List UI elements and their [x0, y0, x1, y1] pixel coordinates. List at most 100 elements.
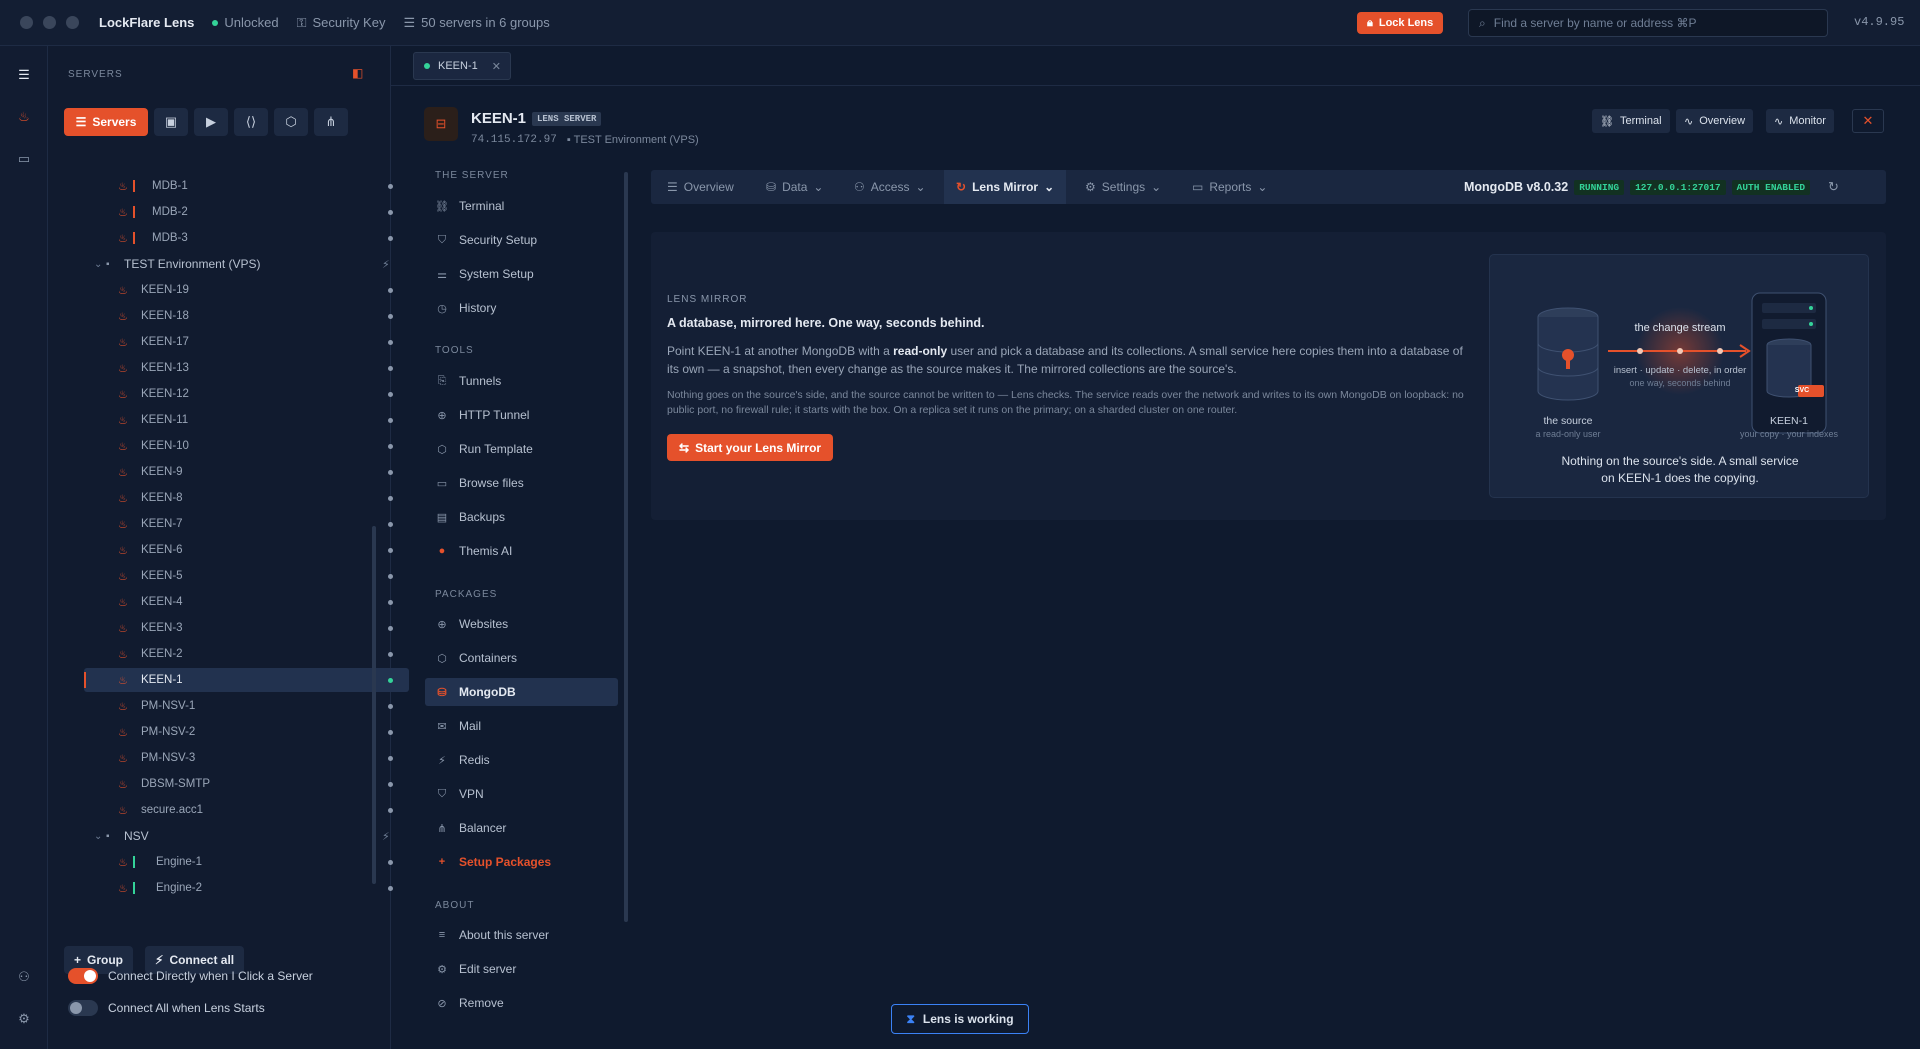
lock-lens-button[interactable]: 🔒︎ Lock Lens — [1357, 12, 1444, 34]
nav-item-edit-server[interactable]: ⚙ Edit server — [425, 955, 618, 983]
server-row[interactable]: ♨ KEEN-6 — [84, 538, 409, 562]
flame-icon: ♨ — [118, 440, 128, 453]
play-filter-button[interactable]: ▶ — [194, 108, 228, 136]
package-filter-button[interactable]: ⬡ — [274, 108, 308, 136]
server-row[interactable]: ♨ secure.acc1 — [84, 798, 409, 822]
collapse-sidebar-icon[interactable]: ◧ — [352, 66, 363, 80]
server-row[interactable]: ♨ KEEN-1 — [84, 668, 409, 692]
server-row[interactable]: ♨ KEEN-9 — [84, 460, 409, 484]
nav-item-mail[interactable]: ✉ Mail — [425, 712, 618, 740]
maximize-window-button[interactable] — [66, 16, 79, 29]
nav-item-redis[interactable]: ⚡︎ Redis — [425, 746, 618, 774]
terminal-button[interactable]: ⛓ Terminal — [1592, 109, 1670, 133]
settings-gear-icon[interactable]: ⚙ — [13, 1008, 35, 1030]
nav-section-about: ABOUT — [435, 900, 475, 911]
server-row[interactable]: ♨ Engine-2 — [84, 876, 409, 900]
tab-overview[interactable]: ☰ Overview — [667, 170, 734, 204]
nav-item-label: Containers — [459, 651, 518, 665]
connect-directly-toggle[interactable] — [68, 968, 98, 984]
close-server-button[interactable]: ✕ — [1852, 109, 1884, 133]
close-tab-icon[interactable]: ✕ — [492, 60, 501, 73]
terminal-filter-button[interactable]: ▣ — [154, 108, 188, 136]
nav-item-system-setup[interactable]: ⚌ System Setup — [425, 260, 618, 288]
code-icon: ⟨⟩ — [245, 114, 257, 129]
tab-keen-1[interactable]: KEEN-1 ✕ — [413, 52, 511, 80]
users-rail-icon[interactable]: ⚇ — [13, 966, 35, 988]
tab-settings[interactable]: ⚙ Settings ⌄ — [1085, 170, 1161, 204]
nav-item-mongodb[interactable]: ⛁ MongoDB — [425, 678, 618, 706]
nav-item-remove[interactable]: ⊘ Remove — [425, 989, 618, 1017]
nav-item-tunnels[interactable]: ⎘ Tunnels — [425, 367, 618, 395]
server-label: PM-NSV-2 — [141, 726, 196, 738]
server-row[interactable]: ♨ PM-NSV-3 — [84, 746, 409, 770]
nav-item-containers[interactable]: ⬡ Containers — [425, 644, 618, 672]
connection-status-dot — [388, 677, 393, 683]
server-row[interactable]: ♨ KEEN-10 — [84, 434, 409, 458]
server-row[interactable]: ♨ KEEN-12 — [84, 382, 409, 406]
server-row[interactable]: ♨ KEEN-7 — [84, 512, 409, 536]
code-filter-button[interactable]: ⟨⟩ — [234, 108, 268, 136]
nav-item-websites[interactable]: ⊕ Websites — [425, 610, 618, 638]
overview-button[interactable]: ∿ Overview — [1676, 109, 1754, 133]
folder-icon: ▭ — [436, 477, 448, 490]
server-row[interactable]: ♨ MDB-1 — [84, 174, 409, 198]
server-row[interactable]: ♨ PM-NSV-1 — [84, 694, 409, 718]
security-key[interactable]: ⚿ Security Key — [297, 15, 386, 31]
server-row[interactable]: ♨ KEEN-3 — [84, 616, 409, 640]
tab-lens-mirror[interactable]: ↻ Lens Mirror ⌄ — [944, 170, 1067, 204]
nav-item-history[interactable]: ◷ History — [425, 294, 618, 322]
server-row[interactable]: ♨ KEEN-5 — [84, 564, 409, 588]
tab-reports[interactable]: ▭ Reports ⌄ — [1192, 170, 1267, 204]
server-row[interactable]: ♨ MDB-3 — [84, 226, 409, 250]
server-group[interactable]: ⌄ ▪ NSV ⚡︎ — [84, 824, 409, 848]
panel-description: Point KEEN-1 at another MongoDB with a r… — [667, 344, 1463, 376]
target-sublabel: your copy · your indexes — [1739, 429, 1839, 439]
tab-access[interactable]: ⚇ Access ⌄ — [854, 170, 926, 204]
server-row[interactable]: ♨ KEEN-17 — [84, 330, 409, 354]
close-window-button[interactable] — [20, 16, 33, 29]
server-group[interactable]: ⌄ ▪ TEST Environment (VPS) ⚡︎ — [84, 252, 409, 276]
sidebar-scrollbar[interactable] — [372, 526, 376, 884]
nav-item-themis-ai[interactable]: ● Themis AI — [425, 537, 618, 565]
server-search[interactable]: ⌕ Find a server by name or address ⌘P — [1468, 9, 1828, 37]
start-lens-mirror-button[interactable]: ⇆ Start your Lens Mirror — [667, 434, 834, 461]
nav-item-run-template[interactable]: ⬡ Run Template — [425, 435, 618, 463]
server-row[interactable]: ♨ KEEN-18 — [84, 304, 409, 328]
nav-item-label: About this server — [459, 928, 550, 942]
nav-item-browse-files[interactable]: ▭ Browse files — [425, 469, 618, 497]
server-row[interactable]: ♨ PM-NSV-2 — [84, 720, 409, 744]
nav-item-setup-packages[interactable]: + Setup Packages — [425, 848, 618, 876]
chevron-down-icon[interactable]: ⌄ — [94, 831, 102, 842]
minimize-window-button[interactable] — [43, 16, 56, 29]
nav-item-balancer[interactable]: ⋔ Balancer — [425, 814, 618, 842]
chevron-down-icon[interactable]: ⌄ — [94, 259, 102, 270]
servers-rail-icon[interactable]: ☰ — [13, 64, 35, 86]
server-row[interactable]: ♨ KEEN-4 — [84, 590, 409, 614]
server-row[interactable]: ♨ KEEN-19 — [84, 278, 409, 302]
nav-item-label: Themis AI — [459, 544, 513, 558]
nav-item-about-this-server[interactable]: ≡ About this server — [425, 921, 618, 949]
topology-filter-button[interactable]: ⋔ — [314, 108, 348, 136]
nav-item-backups[interactable]: ▤ Backups — [425, 503, 618, 531]
tab-data[interactable]: ⛁ Data ⌄ — [766, 170, 823, 204]
servers-filter-button[interactable]: ☰ Servers — [64, 108, 148, 136]
server-row[interactable]: ♨ Engine-1 — [84, 850, 409, 874]
nav-item-terminal[interactable]: ⛓ Terminal — [425, 192, 618, 220]
monitor-button[interactable]: ∿ Monitor — [1766, 109, 1834, 133]
flame-rail-icon[interactable]: ♨ — [13, 106, 35, 128]
server-row[interactable]: ♨ MDB-2 — [84, 200, 409, 224]
server-row[interactable]: ♨ KEEN-13 — [84, 356, 409, 380]
group-connect-bolt-icon[interactable]: ⚡︎ — [382, 830, 390, 843]
connect-all-start-toggle[interactable] — [68, 1000, 98, 1016]
nav-item-http-tunnel[interactable]: ⊕ HTTP Tunnel — [425, 401, 618, 429]
group-connect-bolt-icon[interactable]: ⚡︎ — [382, 258, 390, 271]
server-row[interactable]: ♨ KEEN-2 — [84, 642, 409, 666]
nav-item-security-setup[interactable]: ⛉ Security Setup — [425, 226, 618, 254]
server-row[interactable]: ♨ KEEN-8 — [84, 486, 409, 510]
nav-scrollbar[interactable] — [624, 172, 628, 922]
refresh-icon[interactable]: ↻ — [1828, 179, 1839, 195]
folder-rail-icon[interactable]: ▭ — [13, 148, 35, 170]
nav-item-vpn[interactable]: ⛉ VPN — [425, 780, 618, 808]
server-row[interactable]: ♨ DBSM-SMTP — [84, 772, 409, 796]
server-row[interactable]: ♨ KEEN-11 — [84, 408, 409, 432]
